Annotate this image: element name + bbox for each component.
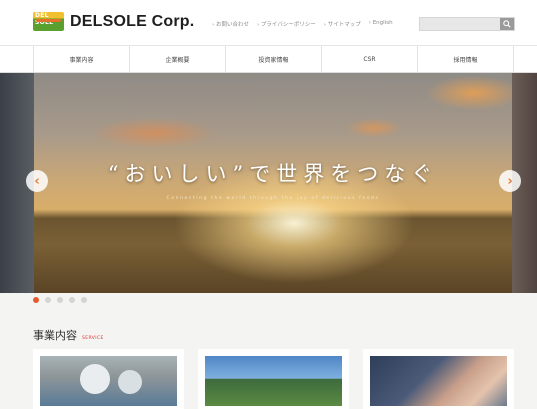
section-heading: 事業内容 SERVICE xyxy=(33,327,104,343)
hero-slider: “おいしい”で世界をつなぐ Connecting the world throu… xyxy=(0,73,537,293)
slider-dot-5[interactable] xyxy=(81,297,87,303)
chevron-left-icon: ‹ xyxy=(34,173,40,189)
nav-item-business[interactable]: 事業内容 xyxy=(33,46,129,72)
section-title: 事業内容 xyxy=(33,329,77,342)
service-card[interactable] xyxy=(363,349,514,409)
slider-dot-3[interactable] xyxy=(57,297,63,303)
logo-mark-text: DEL SOLE xyxy=(35,12,54,26)
slider-dot-4[interactable] xyxy=(69,297,75,303)
service-card[interactable] xyxy=(198,349,349,409)
service-cards xyxy=(33,349,514,409)
nav-item-careers[interactable]: 採用情報 xyxy=(417,46,514,72)
slider-next-button[interactable]: › xyxy=(499,170,521,192)
utility-link-english[interactable]: › English xyxy=(369,20,393,28)
slider-dot-2[interactable] xyxy=(45,297,51,303)
utility-link-contact[interactable]: › お問い合わせ xyxy=(212,20,249,28)
chevron-right-icon: › xyxy=(507,173,513,189)
logo-text: DELSOLE Corp. xyxy=(70,12,195,30)
service-card[interactable] xyxy=(33,349,184,409)
utility-link-privacy[interactable]: › プライバシーポリシー xyxy=(257,20,316,28)
slider-prev-button[interactable]: ‹ xyxy=(26,170,48,192)
hero-subtitle: Connecting the world through the joy of … xyxy=(166,196,380,201)
hero-clouds xyxy=(34,73,512,213)
site-logo[interactable]: DEL SOLE DELSOLE Corp. xyxy=(33,12,194,31)
hero-title: “おいしい”で世界をつなぐ xyxy=(107,162,439,186)
logo-mark: DEL SOLE xyxy=(33,12,64,31)
search-input[interactable] xyxy=(419,17,515,31)
site-header: DEL SOLE DELSOLE Corp. › お問い合わせ › プライバシー… xyxy=(0,0,537,45)
search-icon xyxy=(503,20,511,28)
section-tag: SERVICE xyxy=(82,336,104,341)
nav-item-investors[interactable]: 投資家情報 xyxy=(225,46,321,72)
global-nav: 事業内容 企業概要 投資家情報 CSR 採用情報 xyxy=(0,45,537,73)
utility-links: › お問い合わせ › プライバシーポリシー › サイトマップ › English xyxy=(212,20,393,28)
nav-item-csr[interactable]: CSR xyxy=(321,46,417,72)
slider-pagination xyxy=(33,297,87,303)
nav-item-company[interactable]: 企業概要 xyxy=(129,46,225,72)
utility-link-sitemap[interactable]: › サイトマップ xyxy=(324,20,361,28)
slider-dot-1[interactable] xyxy=(33,297,39,303)
search-button[interactable] xyxy=(500,18,514,30)
